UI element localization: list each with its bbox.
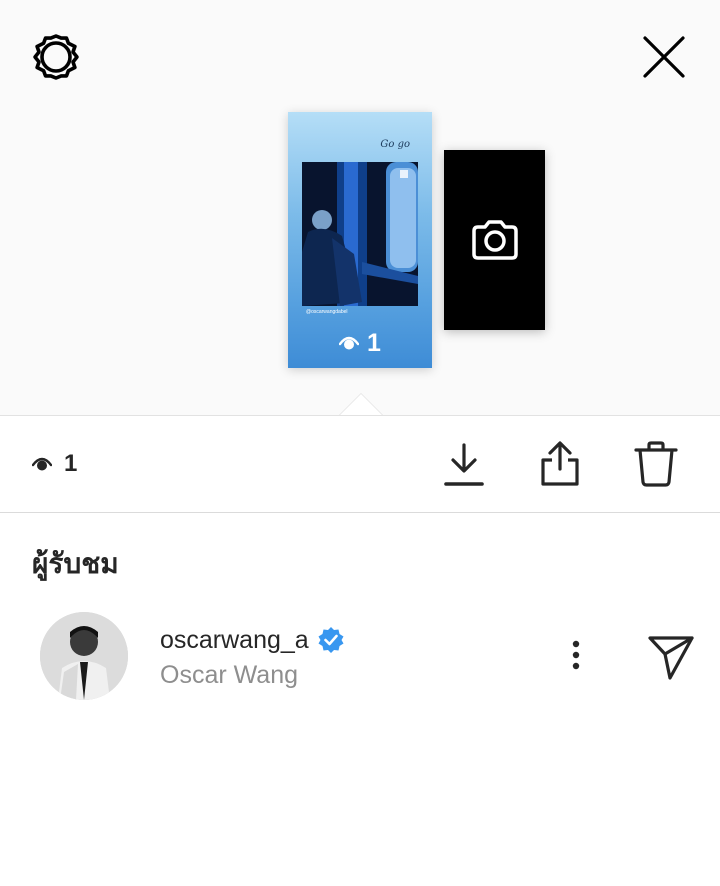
story-thumbnail[interactable]: Go go @oscarwangdabel 1 (288, 112, 432, 368)
send-message-icon[interactable] (646, 632, 696, 682)
story-view-number: 1 (367, 328, 381, 357)
story-caption: Go go (380, 139, 410, 150)
divider (0, 512, 720, 513)
download-icon[interactable] (440, 440, 488, 488)
camera-icon (471, 220, 518, 260)
viewer-username[interactable]: oscarwang_a (160, 625, 345, 655)
verified-badge-icon (318, 627, 344, 653)
viewer-count-number: 1 (64, 450, 78, 477)
eye-icon (339, 336, 360, 350)
story-preview-area: Go go @oscarwangdabel 1 (0, 0, 720, 415)
viewer-count: 1 (32, 444, 77, 484)
story-photo-handle: @oscarwangdabel (306, 309, 348, 315)
viewer-list-item[interactable]: oscarwang_a Oscar Wang (0, 605, 720, 709)
close-icon[interactable] (640, 33, 688, 81)
viewer-username-text: oscarwang_a (160, 625, 309, 654)
add-story-card[interactable] (444, 150, 545, 330)
avatar-image (40, 612, 128, 700)
story-photo (302, 162, 418, 306)
story-photo-image (302, 162, 418, 306)
story-view-count: 1 (288, 328, 432, 358)
trash-icon[interactable] (632, 440, 680, 488)
gear-icon[interactable] (32, 33, 80, 81)
more-options-icon[interactable] (560, 635, 592, 675)
share-icon[interactable] (536, 440, 584, 488)
eye-icon (32, 457, 52, 471)
viewers-heading: ผู้รับชม (32, 547, 119, 580)
story-action-bar: 1 (0, 416, 720, 512)
avatar[interactable] (40, 612, 128, 700)
selected-story-pointer (340, 394, 382, 415)
viewer-full-name: Oscar Wang (160, 661, 299, 689)
